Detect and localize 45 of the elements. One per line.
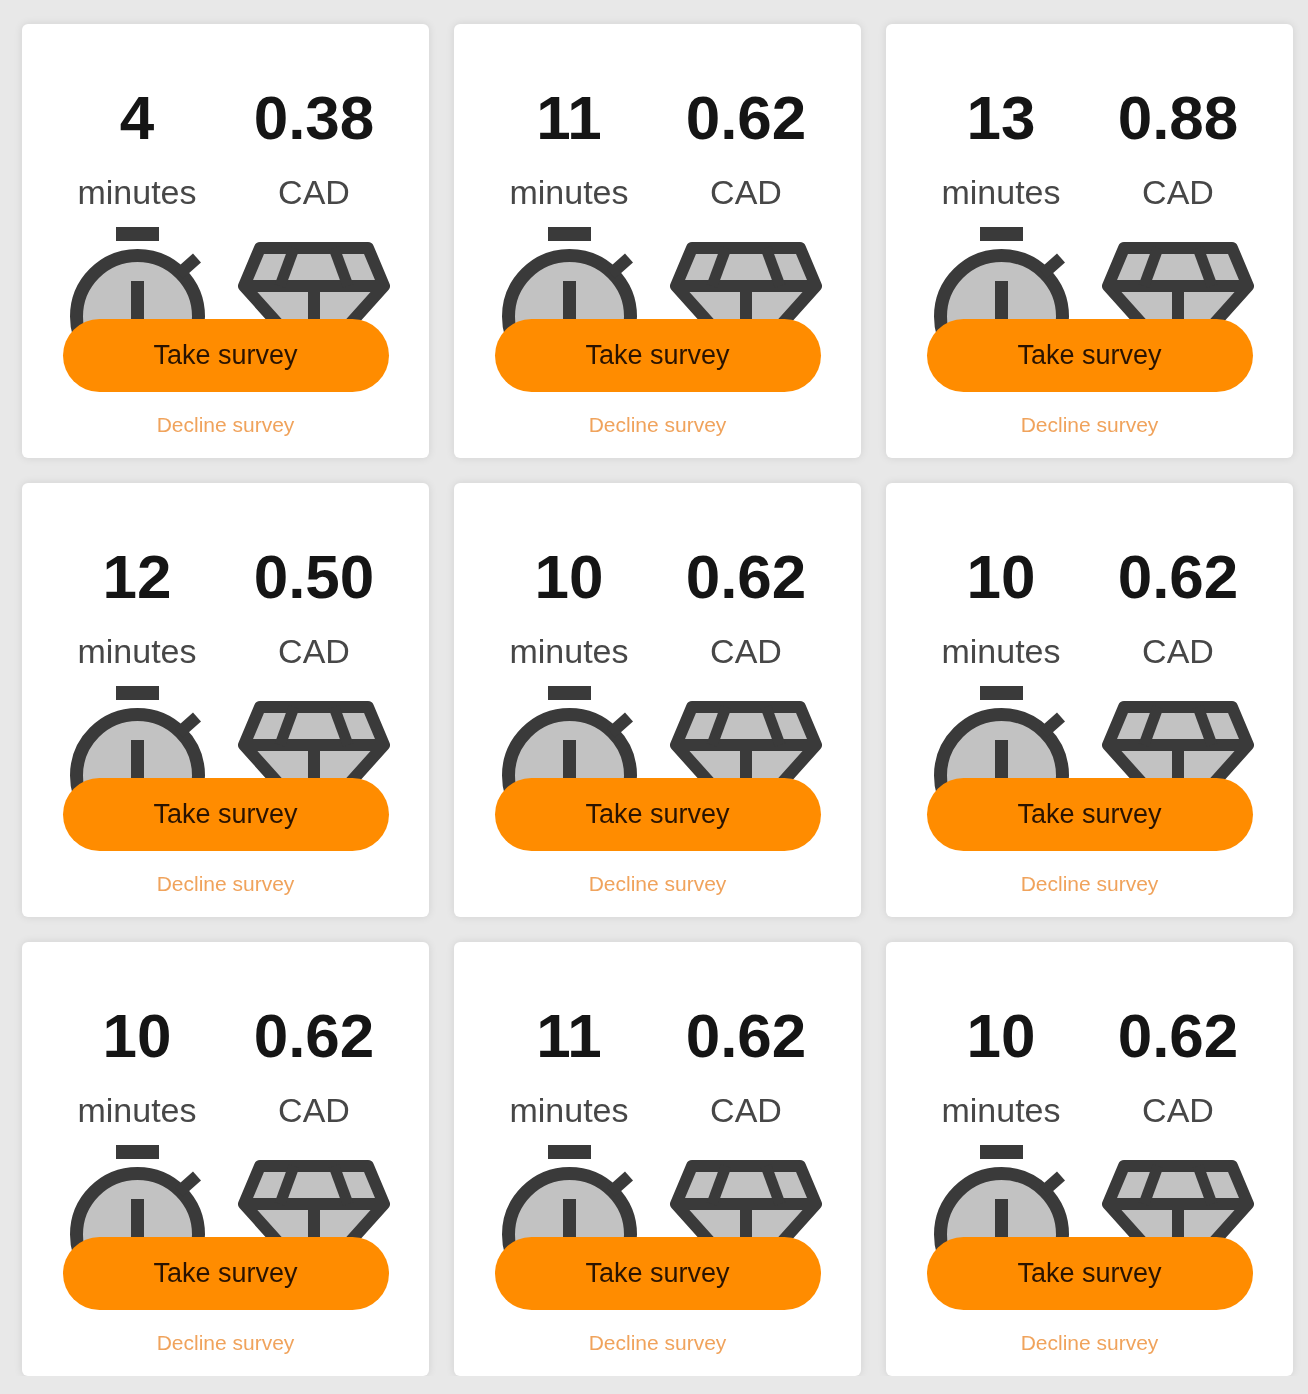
minutes-value: 10: [534, 546, 604, 608]
reward-value: 0.38: [253, 87, 375, 149]
minutes-label: minutes: [77, 175, 197, 209]
currency-label: CAD: [710, 1093, 782, 1127]
minutes-value: 11: [536, 87, 602, 149]
minutes-label: minutes: [509, 634, 629, 668]
take-survey-button[interactable]: Take survey: [926, 778, 1253, 851]
currency-label: CAD: [1142, 175, 1214, 209]
take-survey-button[interactable]: Take survey: [926, 319, 1253, 392]
take-survey-button[interactable]: Take survey: [62, 319, 389, 392]
currency-label: CAD: [1142, 634, 1214, 668]
minutes-label: minutes: [77, 634, 197, 668]
reward-value: 0.88: [1117, 87, 1239, 149]
take-survey-button[interactable]: Take survey: [62, 1237, 389, 1310]
reward-value: 0.62: [253, 1005, 375, 1067]
take-survey-button[interactable]: Take survey: [494, 778, 821, 851]
reward-value: 0.62: [1117, 1005, 1239, 1067]
minutes-value: 12: [102, 546, 172, 608]
take-survey-button[interactable]: Take survey: [62, 778, 389, 851]
take-survey-button[interactable]: Take survey: [926, 1237, 1253, 1310]
minutes-value: 10: [966, 546, 1036, 608]
minutes-label: minutes: [77, 1093, 197, 1127]
minutes-value: 10: [966, 1005, 1036, 1067]
currency-label: CAD: [278, 1093, 350, 1127]
reward-value: 0.62: [685, 546, 807, 608]
currency-label: CAD: [710, 634, 782, 668]
minutes-value: 10: [102, 1005, 172, 1067]
currency-label: CAD: [1142, 1093, 1214, 1127]
reward-value: 0.62: [685, 87, 807, 149]
minutes-value: 4: [119, 87, 155, 149]
take-survey-button[interactable]: Take survey: [494, 1237, 821, 1310]
minutes-value: 11: [536, 1005, 602, 1067]
currency-label: CAD: [278, 175, 350, 209]
minutes-label: minutes: [509, 175, 629, 209]
minutes-label: minutes: [941, 175, 1061, 209]
currency-label: CAD: [278, 634, 350, 668]
minutes-label: minutes: [941, 1093, 1061, 1127]
minutes-value: 13: [966, 87, 1036, 149]
reward-value: 0.62: [1117, 546, 1239, 608]
minutes-label: minutes: [509, 1093, 629, 1127]
take-survey-button[interactable]: Take survey: [494, 319, 821, 392]
currency-label: CAD: [710, 175, 782, 209]
reward-value: 0.50: [253, 546, 375, 608]
reward-value: 0.62: [685, 1005, 807, 1067]
minutes-label: minutes: [941, 634, 1061, 668]
